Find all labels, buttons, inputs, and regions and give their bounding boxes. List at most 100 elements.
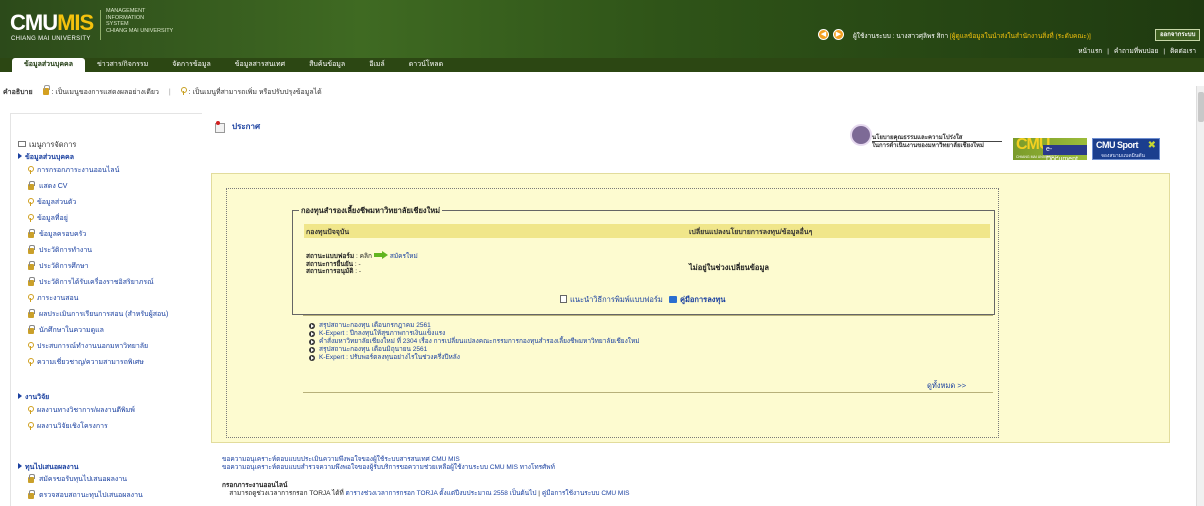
back-arrow-icon[interactable]: ◀ bbox=[818, 29, 829, 40]
tab-manage-data[interactable]: จัดการข้อมูล bbox=[160, 58, 222, 72]
edocument-banner[interactable]: CMU e-Document CHIANG MAI UNIVERSITY bbox=[1013, 136, 1087, 163]
user-role: [ผู้ดูแลข้อมูลในนำส่งในสำนักงานสิ่งที่ (… bbox=[949, 33, 1091, 40]
status-form-value: : คลิก bbox=[356, 253, 372, 260]
sidebar-list-research: ผลงานทางวิชาการ/ผลงานตีพิมพ์ ผลงานวิจัยเ… bbox=[28, 403, 135, 435]
cmu-mis-logo[interactable]: CMUMIS CHIANG MAI UNIVERSITY bbox=[10, 10, 96, 44]
forward-arrow-icon[interactable]: ▶ bbox=[833, 29, 844, 40]
torja-schedule-link[interactable]: ตารางช่วงเวลาการกรอก TORJA ตั้งแต่ปีงบปร… bbox=[346, 490, 537, 497]
status-approve-label: สถานะการอนุมัติ bbox=[306, 268, 354, 275]
logo-cmu: CMU bbox=[10, 10, 58, 35]
circle-arrow-icon bbox=[309, 323, 315, 329]
legend-lock-text: : เป็นเมนูของการแสดงผลอย่างเดียว bbox=[51, 89, 159, 96]
menu-icon bbox=[18, 141, 26, 147]
tab-news[interactable]: ข่าวสาร/กิจกรรม bbox=[85, 58, 160, 72]
investment-manual-link[interactable]: คู่มือการลงทุน bbox=[680, 295, 726, 304]
sidebar-item-research-projects[interactable]: ผลงานวิจัยเชิงโครงการ bbox=[28, 419, 135, 435]
legend-separator: | bbox=[168, 89, 171, 96]
tab-email[interactable]: อีเมล์ bbox=[357, 58, 397, 72]
sidebar-list-personal: การกรอกภาระงานออนไลน์ แสดง CV ข้อมูลส่วน… bbox=[28, 163, 168, 371]
fund-fieldset-legend: กองทุนสำรองเลี้ยงชีพมหาวิทยาลัยเชียงใหม่ bbox=[299, 205, 443, 217]
survey-link-phone[interactable]: ขอความอนุเคราะห์ตอบแบบสำรวจความพึงพอใจขอ… bbox=[222, 464, 555, 472]
apply-new-link[interactable]: สมัครใหม่ bbox=[390, 253, 418, 260]
fund-status: สถานะแบบฟอร์ม : คลิก สมัครใหม่ สถานะการยื… bbox=[306, 251, 418, 276]
sidebar-item-apply-grant[interactable]: สมัครขอรับทุนไปเสนอผลงาน bbox=[28, 472, 143, 488]
sidebar-item-external-exp[interactable]: ประสบการณ์ทำงานนอกมหาวิทยาลัย bbox=[28, 339, 168, 355]
key-icon bbox=[28, 422, 34, 430]
no-change-status: ไม่อยู่ในช่วงเปลี่ยนข้อมูล bbox=[689, 263, 769, 272]
sidebar-section-research[interactable]: งานวิจัย bbox=[18, 392, 49, 403]
news-item[interactable]: สรุปสถานะกองทุน เดือนมิถุนายน 2561 bbox=[309, 346, 640, 354]
tab-download[interactable]: ดาวน์โหลด bbox=[397, 58, 455, 72]
news-item[interactable]: คำสั่งมหาวิทยาลัยเชียงใหม่ ที่ 2304 เรื่… bbox=[309, 338, 640, 346]
banner-underline bbox=[872, 141, 1002, 142]
link-separator: | bbox=[1107, 48, 1109, 55]
tab-search[interactable]: สืบค้นข้อมูล bbox=[297, 58, 357, 72]
fund-table-header: กองทุนปัจจุบัน เปลี่ยนแปลงนโยบายการลงทุน… bbox=[304, 224, 990, 238]
col-policy-change: เปลี่ยนแปลงนโยบายการลงทุน/ข้อมูลอื่นๆ bbox=[689, 229, 813, 236]
link-separator: | bbox=[1163, 48, 1166, 55]
triangle-right-icon bbox=[18, 393, 22, 399]
user-name: ผู้ใช้งานระบบ : นางสาวศุลิพร สิกา bbox=[853, 33, 949, 40]
arrow-right-icon[interactable] bbox=[373, 251, 388, 259]
sidebar-item-address[interactable]: ข้อมูลที่อยู่ bbox=[28, 211, 168, 227]
document-icon bbox=[560, 295, 567, 303]
key-icon bbox=[28, 214, 34, 222]
lock-icon bbox=[28, 325, 35, 334]
sidebar-item-expertise[interactable]: ความเชี่ยวชาญ/ความสามารถพิเศษ bbox=[28, 355, 168, 371]
transparency-banner[interactable]: นโยบายคุณธรรมและความโปร่งใส ในการดำเนินงา… bbox=[848, 124, 1004, 156]
key-icon bbox=[28, 342, 34, 350]
logout-button[interactable]: ออกจากระบบ bbox=[1155, 29, 1201, 41]
workload-title: กรอกภาระงานออนไลน์ bbox=[222, 482, 288, 489]
sidebar-item-grant-status[interactable]: ตรวจสอบสถานะทุนไปเสนอผลงาน bbox=[28, 488, 143, 504]
sidebar-item-education[interactable]: ประวัติการศึกษา bbox=[28, 259, 168, 275]
home-link[interactable]: หน้าแรก bbox=[1078, 48, 1102, 55]
news-item[interactable]: K-Expert : ปีกลงทุนให้สุขภาพการเงินแข็งแ… bbox=[309, 330, 640, 338]
key-icon bbox=[180, 87, 187, 95]
key-icon bbox=[28, 358, 34, 366]
faq-link[interactable]: คำถามที่พบบ่อย bbox=[1114, 48, 1158, 55]
workload-text: สามารถดูช่วงเวลาการกรอก TORJA ได้ที่ bbox=[229, 490, 344, 497]
status-form-label: สถานะแบบฟอร์ม bbox=[306, 253, 355, 260]
legend-bar: คำอธิบาย : เป็นเมนูของการแสดงผลอย่างเดีย… bbox=[0, 85, 1204, 100]
tab-information[interactable]: ข้อมูลสารสนเทศ bbox=[223, 58, 297, 72]
contact-link[interactable]: ติดต่อเรา bbox=[1170, 48, 1196, 55]
sidebar-item-advisees[interactable]: นักศึกษาในความดูแล bbox=[28, 323, 168, 339]
cmu-sport-banner[interactable]: CMU Sport ✖ จองสนามแบดมินตัน bbox=[1092, 138, 1160, 160]
sidebar-item-teaching-eval[interactable]: ผลประเมินการเรียนการสอน (สำหรับผู้สอน) bbox=[28, 307, 168, 323]
edoc-sub: CHIANG MAI UNIVERSITY bbox=[1016, 155, 1059, 159]
print-guide-link[interactable]: แนะนำวิธีการพิมพ์แบบฟอร์ม bbox=[570, 295, 663, 304]
news-item[interactable]: K-Expert : ปรับพอร์ตลงทุนอย่างไรในช่วงคร… bbox=[309, 354, 640, 362]
sidebar-item-teaching[interactable]: ภาระงานสอน bbox=[28, 291, 168, 307]
sidebar-title: เมนูการจัดการ bbox=[18, 139, 76, 151]
tab-personal[interactable]: ข้อมูลส่วนบุคคล bbox=[12, 58, 85, 72]
legend-label: คำอธิบาย bbox=[3, 89, 33, 96]
user-info: ผู้ใช้งานระบบ : นางสาวศุลิพร สิกา [ผู้ดู… bbox=[853, 31, 1091, 41]
news-item[interactable]: สรุปสถานะกองทุน เดือนกรกฎาคม 2561 bbox=[309, 322, 640, 330]
sidebar-item-work-history[interactable]: ประวัติการทำงาน bbox=[28, 243, 168, 259]
page-scrollbar[interactable] bbox=[1196, 86, 1204, 506]
lock-icon bbox=[28, 490, 35, 499]
sport-title: CMU Sport bbox=[1096, 140, 1139, 150]
announcement-title: ประกาศ bbox=[214, 120, 260, 133]
view-all-link[interactable]: ดูทั้งหมด >> bbox=[927, 380, 966, 392]
sidebar-item-publications[interactable]: ผลงานทางวิชาการ/ผลงานตีพิมพ์ bbox=[28, 403, 135, 419]
sidebar-section-personal[interactable]: ข้อมูลส่วนบุคคล bbox=[18, 152, 74, 163]
sidebar-list-grants: สมัครขอรับทุนไปเสนอผลงาน ตรวจสอบสถานะทุน… bbox=[28, 472, 143, 504]
lock-icon bbox=[28, 277, 35, 286]
sidebar-item-family[interactable]: ข้อมูลครอบครัว bbox=[28, 227, 168, 243]
lock-icon bbox=[28, 181, 35, 190]
status-approve-value: : - bbox=[355, 268, 362, 275]
back-arrow-icon bbox=[668, 296, 677, 303]
sport-sub: จองสนามแบดมินตัน bbox=[1101, 153, 1145, 159]
key-icon bbox=[28, 294, 34, 302]
key-icon bbox=[28, 406, 34, 414]
news-bottom-divider bbox=[303, 392, 993, 393]
sidebar-item-workload[interactable]: การกรอกภาระงานออนไลน์ bbox=[28, 163, 168, 179]
survey-link-system[interactable]: ขอความอนุเคราะห์ตอบแบบประเมินความพึงพอใจ… bbox=[222, 456, 555, 464]
logo-description: MANAGEMENT INFORMATION SYSTEM CHIANG MAI… bbox=[106, 8, 174, 34]
user-manual-link[interactable]: คู่มือการใช้งานระบบ CMU MIS bbox=[542, 490, 630, 497]
sidebar-item-decorations[interactable]: ประวัติการได้รับเครื่องราชอิสริยาภรณ์ bbox=[28, 275, 168, 291]
scrollbar-thumb[interactable] bbox=[1198, 92, 1204, 122]
sidebar-item-cv[interactable]: แสดง CV bbox=[28, 179, 168, 195]
sidebar-item-profile[interactable]: ข้อมูลส่วนตัว bbox=[28, 195, 168, 211]
